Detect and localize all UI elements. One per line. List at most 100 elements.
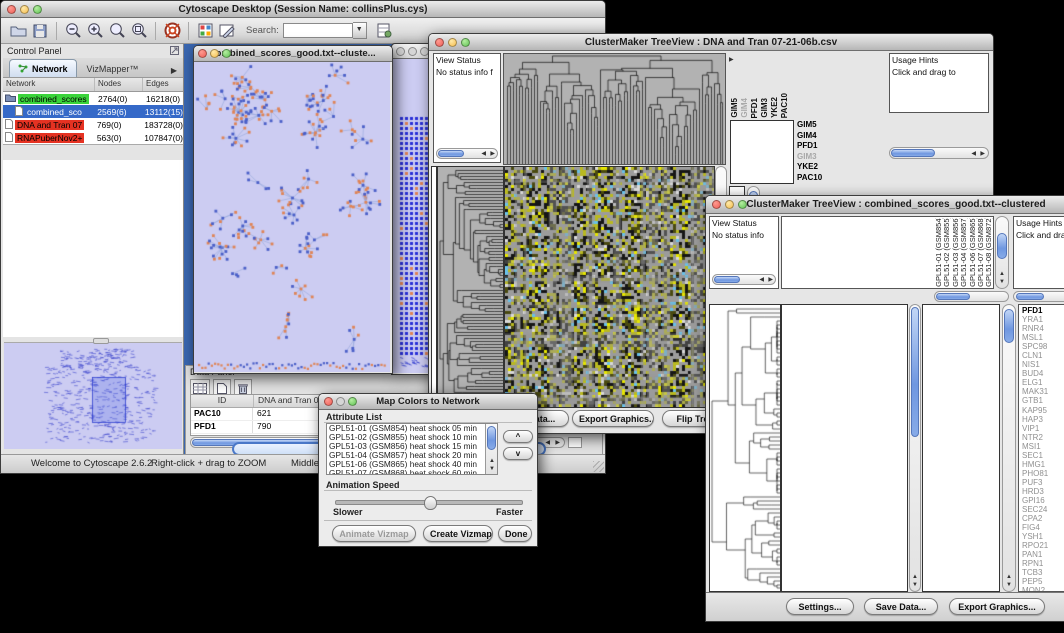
minimize-icon[interactable] [336, 397, 345, 406]
tv2-gene-label[interactable]: PUF3 [1022, 478, 1064, 487]
overview-canvas[interactable] [4, 343, 182, 449]
map-colors-dialog[interactable]: Map Colors to Network Attribute List GPL… [318, 393, 538, 547]
tv2-collabel-hscrollbar[interactable] [934, 291, 1009, 302]
tv2-export-graphics-button[interactable]: Export Graphics... [949, 598, 1045, 615]
scroll-right-icon[interactable]: ▶ [980, 150, 985, 158]
search-dropdown-arrow[interactable]: ▼ [353, 22, 367, 39]
network-view-canvas[interactable] [194, 62, 390, 372]
tv2-usage-hscrollbar[interactable] [1013, 291, 1064, 302]
tv2-gene-label[interactable]: ELG1 [1022, 378, 1064, 387]
tv2-gene-label[interactable]: PFD1 [1022, 306, 1064, 315]
tv2-status-hscrollbar[interactable]: ◀ ▶ [712, 274, 776, 285]
network-row[interactable]: combined_sco2569(6)13112(15) [3, 105, 183, 118]
tv2-gene-label[interactable]: CPA2 [1022, 514, 1064, 523]
minimize-icon[interactable] [210, 49, 219, 58]
tv2-gene-label[interactable]: RPN1 [1022, 559, 1064, 568]
tv1-zoom-heatmap[interactable] [730, 120, 794, 184]
close-icon[interactable] [198, 49, 207, 58]
zoom-out-icon[interactable] [62, 21, 84, 41]
tv2-gene-label[interactable]: MAK31 [1022, 387, 1064, 396]
open-icon[interactable] [7, 21, 29, 41]
zoom-fit-icon[interactable] [128, 21, 150, 41]
scroll-right-icon[interactable]: ▶ [555, 439, 560, 447]
col-edges[interactable]: Edges [143, 78, 183, 91]
import-table-icon[interactable] [373, 21, 395, 41]
scroll-down-icon[interactable]: ▼ [999, 278, 1005, 286]
scroll-up-icon[interactable]: ▲ [1006, 573, 1012, 581]
tv2-row-dendrogram[interactable] [709, 304, 781, 592]
tv2-gene-label[interactable]: SEC24 [1022, 505, 1064, 514]
tv2-gene-label[interactable]: RPO21 [1022, 541, 1064, 550]
col-nodes[interactable]: Nodes [95, 78, 143, 91]
scroll-left-icon[interactable]: ◀ [971, 150, 976, 158]
tv2-gene-label[interactable]: YSH1 [1022, 532, 1064, 541]
search-input[interactable] [283, 23, 353, 38]
attr-col-id[interactable]: ID [191, 395, 254, 407]
tv2-zoom-heatmap[interactable] [922, 304, 1000, 592]
scroll-up-icon[interactable]: ▲ [489, 457, 495, 465]
annotation-icon[interactable] [216, 21, 238, 41]
network-row[interactable]: RNAPuberNov2+563(0)107847(0) [3, 131, 183, 144]
tv1-main-heatmap[interactable] [504, 166, 715, 408]
tv2-gene-label[interactable]: PHO81 [1022, 469, 1064, 478]
tv1-column-dendrogram[interactable] [503, 53, 726, 165]
overview-drag-handle[interactable] [93, 338, 109, 344]
tv2-gene-label[interactable]: KAP95 [1022, 406, 1064, 415]
slider-thumb[interactable] [424, 496, 437, 510]
zoom-in-icon[interactable] [84, 21, 106, 41]
tv2-gene-label[interactable]: VIP1 [1022, 424, 1064, 433]
minimize-icon[interactable] [448, 38, 457, 47]
tv2-gene-label[interactable]: HAP3 [1022, 415, 1064, 424]
zoom-window-icon[interactable] [33, 5, 42, 14]
tabs-overflow-arrow[interactable]: ▶ [171, 66, 183, 77]
tab-vizmapper[interactable]: VizMapper™ [77, 60, 149, 77]
close-icon[interactable] [712, 200, 721, 209]
main-title-bar[interactable]: Cytoscape Desktop (Session Name: collins… [1, 1, 605, 18]
scroll-down-icon[interactable]: ▼ [489, 465, 495, 473]
close-icon[interactable] [324, 397, 333, 406]
vizmapper-grid-icon[interactable] [194, 21, 216, 41]
minimize-icon[interactable] [408, 47, 417, 56]
tv2-main-heatmap[interactable] [781, 304, 908, 592]
tv2-gene-label[interactable]: RNR4 [1022, 324, 1064, 333]
tv2-collabel-vscrollbar[interactable]: ▲ ▼ [995, 216, 1009, 289]
close-icon[interactable] [7, 5, 16, 14]
network-view-window[interactable]: combined_scores_good.txt--cluste... [193, 45, 393, 374]
zoom-window-icon[interactable] [461, 38, 470, 47]
scroll-left-icon[interactable]: ◀ [481, 150, 486, 158]
tv2-gene-label[interactable]: FIG4 [1022, 523, 1064, 532]
attr-move-down-button[interactable]: v [503, 447, 533, 460]
scroll-up-icon[interactable]: ▲ [912, 573, 918, 581]
tv2-genelist-vscrollbar[interactable]: ▲ ▼ [1002, 304, 1016, 592]
tv2-gene-label[interactable]: NIS1 [1022, 360, 1064, 369]
tv2-gene-label[interactable]: SPC98 [1022, 342, 1064, 351]
tab-network[interactable]: Network [9, 59, 77, 77]
scroll-right-icon[interactable]: ▶ [490, 150, 495, 158]
tv2-gene-label[interactable]: YRA1 [1022, 315, 1064, 324]
minimize-icon[interactable] [20, 5, 29, 14]
done-button[interactable]: Done [498, 525, 532, 542]
tv2-save-data-button[interactable]: Save Data... [864, 598, 938, 615]
attribute-list-item[interactable]: GPL51-07 (GSM868) heat shock 60 min [329, 469, 497, 475]
col-network[interactable]: Network [3, 78, 95, 91]
scroll-down-icon[interactable]: ▼ [912, 581, 918, 589]
zoom-selected-icon[interactable] [106, 21, 128, 41]
save-icon[interactable] [29, 21, 51, 41]
close-icon[interactable] [435, 38, 444, 47]
treeview2-window[interactable]: ClusterMaker TreeView : combined_scores_… [705, 195, 1064, 622]
scroll-down-icon[interactable]: ▼ [1006, 581, 1012, 589]
tv2-gene-label[interactable]: MSI1 [1022, 442, 1064, 451]
tv1-export-graphics-button[interactable]: Export Graphics... [572, 410, 654, 427]
tv2-gene-label[interactable]: GPI16 [1022, 496, 1064, 505]
tv2-settings-button[interactable]: Settings... [786, 598, 854, 615]
attr-move-up-button[interactable]: ^ [503, 430, 533, 443]
tv2-gene-label[interactable]: CLN1 [1022, 351, 1064, 360]
network-row[interactable]: combined_scores2764(0)16218(0) [3, 92, 183, 105]
create-vizmap-button[interactable]: Create Vizmap [423, 525, 493, 542]
scroll-up-icon[interactable]: ▲ [999, 270, 1005, 278]
animation-speed-slider[interactable] [335, 500, 523, 505]
tv2-gene-label[interactable]: SEC1 [1022, 451, 1064, 460]
tv1-status-hscrollbar[interactable]: ◀ ▶ [436, 148, 498, 159]
scroll-left-icon[interactable]: ◀ [545, 439, 550, 447]
zoom-window-icon[interactable] [222, 49, 231, 58]
